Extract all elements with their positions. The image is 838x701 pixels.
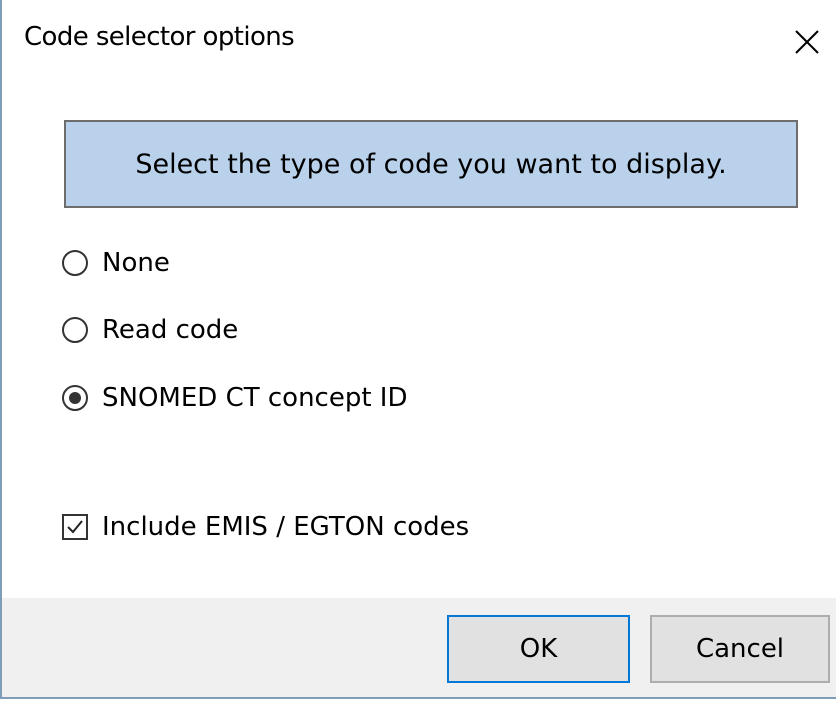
include-emis-label: Include EMIS / EGTON codes (102, 512, 470, 542)
radio-label-read-code: Read code (102, 315, 239, 345)
code-selector-dialog: Code selector options Select the type of… (0, 0, 836, 699)
include-emis-checkbox-row[interactable]: Include EMIS / EGTON codes (62, 509, 469, 545)
radio-selected-dot (69, 392, 81, 404)
close-button[interactable] (790, 25, 824, 59)
checkbox[interactable] (62, 514, 88, 540)
close-icon (795, 30, 819, 54)
radio-option-snomed[interactable]: SNOMED CT concept ID (62, 380, 408, 416)
cancel-button[interactable]: Cancel (650, 615, 830, 683)
checkmark-icon (67, 520, 83, 534)
radio-button-selected-icon[interactable] (62, 385, 88, 411)
radio-label-snomed: SNOMED CT concept ID (102, 383, 408, 413)
info-banner: Select the type of code you want to disp… (64, 120, 798, 208)
info-text: Select the type of code you want to disp… (135, 148, 727, 180)
radio-option-none[interactable]: None (62, 245, 170, 281)
radio-button-icon[interactable] (62, 250, 88, 276)
radio-option-read-code[interactable]: Read code (62, 312, 238, 348)
ok-button[interactable]: OK (447, 615, 630, 683)
ok-button-label: OK (519, 634, 558, 664)
radio-button-icon[interactable] (62, 317, 88, 343)
cancel-button-label: Cancel (695, 634, 785, 664)
radio-label-none: None (102, 248, 170, 278)
dialog-title: Code selector options (24, 22, 295, 52)
